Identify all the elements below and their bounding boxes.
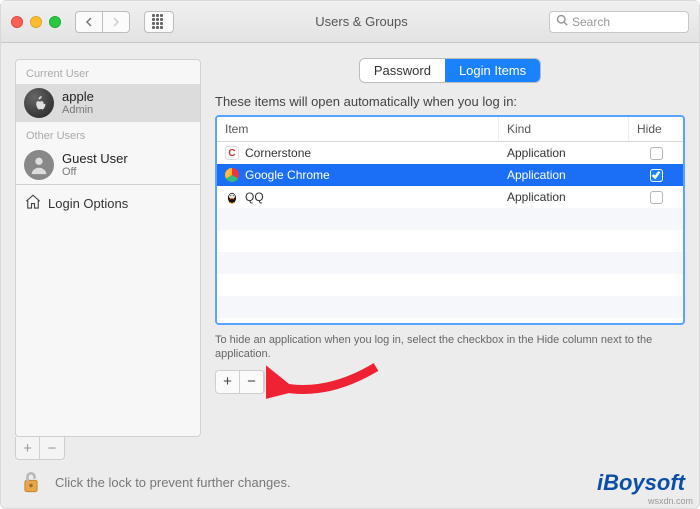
- item-kind: Application: [499, 146, 629, 160]
- table-row: [217, 274, 683, 296]
- lock-row[interactable]: Click the lock to prevent further change…: [17, 468, 291, 496]
- table-row: [217, 252, 683, 274]
- search-input[interactable]: Search: [549, 11, 689, 33]
- app-icon-cornerstone: C: [225, 146, 239, 160]
- description: These items will open automatically when…: [215, 94, 685, 109]
- item-buttons-row: + −: [215, 370, 265, 394]
- user-row-apple[interactable]: apple Admin: [16, 84, 200, 122]
- titlebar: Users & Groups Search: [1, 1, 699, 43]
- table-row[interactable]: QQ Application: [217, 186, 683, 208]
- tabs: Password Login Items: [215, 59, 685, 82]
- login-items-table: Item Kind Hide C Cornerstone Application …: [215, 115, 685, 325]
- item-name: Google Chrome: [245, 168, 330, 182]
- app-icon-qq: [225, 190, 239, 204]
- table-row[interactable]: Google Chrome Application: [217, 164, 683, 186]
- tab-password[interactable]: Password: [360, 59, 445, 82]
- user-name: apple: [62, 90, 94, 104]
- forward-button[interactable]: [102, 11, 130, 33]
- col-kind[interactable]: Kind: [499, 117, 629, 141]
- search-icon: [556, 14, 568, 29]
- app-icon-chrome: [225, 168, 239, 182]
- lock-icon: [17, 468, 45, 496]
- user-list: Current User apple Admin Other Users: [15, 59, 201, 437]
- table-body: C Cornerstone Application Google Chrome A…: [217, 142, 683, 325]
- user-role: Off: [62, 166, 128, 178]
- traffic-lights: [11, 16, 61, 28]
- lock-text: Click the lock to prevent further change…: [55, 475, 291, 490]
- watermark: iiBoysoftBoysoft: [597, 470, 685, 496]
- hint-text: To hide an application when you log in, …: [215, 333, 685, 362]
- nav-buttons: [75, 11, 130, 33]
- table-row: [217, 318, 683, 325]
- login-options-label: Login Options: [48, 196, 128, 211]
- show-all-button[interactable]: [144, 11, 174, 33]
- login-options-row[interactable]: Login Options: [16, 184, 200, 222]
- hide-checkbox[interactable]: [650, 191, 663, 204]
- remove-user-button[interactable]: −: [40, 437, 64, 459]
- item-kind: Application: [499, 168, 629, 182]
- home-icon: [24, 193, 42, 214]
- table-header: Item Kind Hide: [217, 117, 683, 142]
- user-name: Guest User: [62, 152, 128, 166]
- user-row-guest[interactable]: Guest User Off: [16, 146, 200, 184]
- search-placeholder: Search: [572, 15, 610, 29]
- section-current-user: Current User: [16, 60, 200, 84]
- prefs-window: Users & Groups Search Current User apple…: [0, 0, 700, 509]
- minimize-window-button[interactable]: [30, 16, 42, 28]
- main-panel: Password Login Items These items will op…: [215, 59, 685, 460]
- avatar: [24, 88, 54, 118]
- table-row: [217, 230, 683, 252]
- table-row: [217, 208, 683, 230]
- annotation-arrow: [266, 357, 386, 417]
- col-item[interactable]: Item: [217, 117, 499, 141]
- section-other-users: Other Users: [16, 122, 200, 146]
- item-kind: Application: [499, 190, 629, 204]
- table-row: [217, 296, 683, 318]
- item-name: Cornerstone: [245, 146, 311, 160]
- site-label: wsxdn.com: [648, 496, 693, 506]
- hide-checkbox[interactable]: [650, 169, 663, 182]
- item-name: QQ: [245, 190, 264, 204]
- user-role: Admin: [62, 104, 94, 116]
- add-item-button[interactable]: +: [216, 371, 240, 393]
- col-hide[interactable]: Hide: [629, 117, 683, 141]
- window-title: Users & Groups: [182, 14, 541, 29]
- add-user-button[interactable]: +: [16, 437, 40, 459]
- close-window-button[interactable]: [11, 16, 23, 28]
- hide-checkbox[interactable]: [650, 147, 663, 160]
- avatar: [24, 150, 54, 180]
- sidebar-footer: + −: [15, 437, 65, 460]
- back-button[interactable]: [75, 11, 103, 33]
- remove-item-button[interactable]: −: [240, 371, 264, 393]
- table-row[interactable]: C Cornerstone Application: [217, 142, 683, 164]
- sidebar: Current User apple Admin Other Users: [15, 59, 201, 460]
- zoom-window-button[interactable]: [49, 16, 61, 28]
- tab-login-items[interactable]: Login Items: [445, 59, 540, 82]
